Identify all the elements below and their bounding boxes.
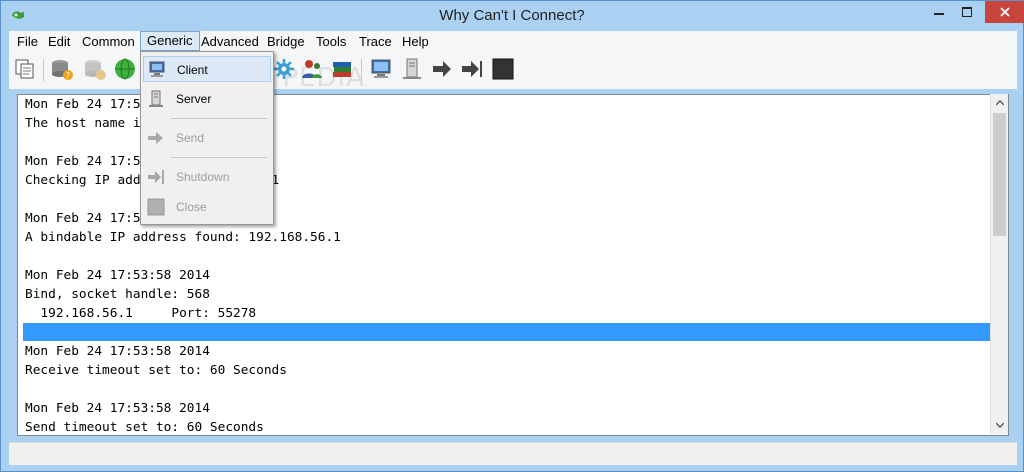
menu-help[interactable]: Help [396,33,435,50]
scroll-thumb[interactable] [993,113,1006,236]
menu-separator [171,157,267,158]
log-line: Mon Feb 24 17:53:58 2014 [25,401,210,416]
log-line: Receive timeout set to: 60 Seconds [25,363,287,378]
database-help-icon[interactable]: ? [50,57,74,81]
menu-separator [171,118,267,119]
menu-generic[interactable]: Generic [140,31,200,51]
menu-item-label: Send [176,131,205,145]
log-line: Send timeout set to: 60 Seconds [25,420,264,435]
selected-line-highlight [23,323,991,341]
shutdown-arrow-icon[interactable] [460,57,484,81]
log-line: Mon Feb 24 17:53:58 2014 [25,344,210,359]
window-title: Why Can't I Connect? [439,7,585,24]
menu-bridge[interactable]: Bridge [261,33,311,50]
server-tower-icon[interactable] [400,57,424,81]
status-bar [9,442,1017,465]
generic-menu-dropdown: Client Server Send Shutdown Close [140,51,274,225]
stop-icon[interactable] [491,57,515,81]
copy-icon[interactable] [13,57,37,81]
minimize-icon [934,13,944,15]
log-line: Mon Feb 24 17:53:58 2014 [25,268,210,283]
scroll-up-button[interactable] [991,94,1008,111]
menu-item-label: Shutdown [176,170,230,184]
maximize-button[interactable] [953,1,981,23]
menu-file[interactable]: File [11,33,44,50]
menu-item-client[interactable]: Client [143,56,271,82]
svg-text:?: ? [66,71,70,80]
menu-item-shutdown: Shutdown [143,164,271,190]
menu-tools[interactable]: Tools [310,33,352,50]
close-window-button[interactable] [985,1,1024,23]
chevron-up-icon [995,99,1004,106]
client-computer-icon [149,61,165,77]
minimize-button[interactable] [925,1,953,23]
menu-item-label: Client [177,63,208,77]
title-bar[interactable]: Why Can't I Connect? [1,1,1024,32]
menu-item-label: Server [176,92,212,106]
maximize-icon [962,7,972,17]
database-help-disabled-icon[interactable] [83,57,107,81]
vertical-scrollbar[interactable] [990,94,1008,434]
toolbar-separator [43,59,44,81]
chevron-down-icon [995,421,1004,428]
globe-icon[interactable] [113,57,137,81]
menu-bar: File Edit Common Generic Advanced Bridge… [9,31,1017,51]
menu-common[interactable]: Common [76,33,141,50]
server-tower-icon [149,90,163,107]
menu-item-send: Send [143,125,271,151]
send-arrow-icon [148,132,163,144]
log-line: 192.168.56.1 Port: 55278 [25,306,257,321]
close-square-icon [147,198,165,216]
close-icon [1000,7,1010,17]
menu-item-label: Close [176,200,207,214]
log-line: A bindable IP address found: 192.168.56.… [25,230,341,245]
shutdown-arrow-icon [148,170,164,184]
log-line: Bind, socket handle: 568 [25,287,210,302]
menu-advanced[interactable]: Advanced [195,33,265,50]
menu-item-close: Close [143,194,271,220]
menu-item-server[interactable]: Server [143,86,271,112]
menu-trace[interactable]: Trace [353,33,398,50]
client-computer-icon[interactable] [369,57,393,81]
menu-edit[interactable]: Edit [42,33,76,50]
scroll-down-button[interactable] [991,416,1008,433]
send-arrow-icon[interactable] [430,57,454,81]
app-window: Why Can't I Connect? File Edit Common Ge… [0,0,1024,472]
